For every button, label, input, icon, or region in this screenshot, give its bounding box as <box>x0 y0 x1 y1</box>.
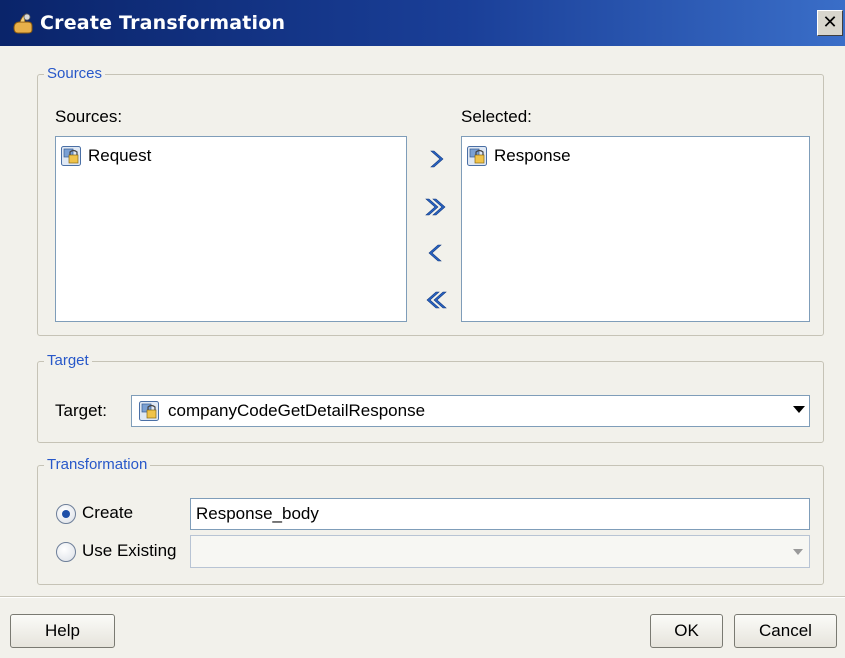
create-transformation-dialog: Create Transformation ✕ Sources Sources:… <box>0 0 845 658</box>
list-item-label: Request <box>88 146 152 165</box>
create-name-field[interactable]: Response_body <box>190 498 810 530</box>
transformation-group-title: Transformation <box>44 456 151 474</box>
list-item-label: Response <box>494 146 571 165</box>
sources-label: Sources: <box>55 107 123 126</box>
double-chevron-right-icon <box>425 198 446 216</box>
message-part-icon <box>61 146 81 166</box>
list-item[interactable]: Response <box>466 144 571 168</box>
chevron-down-icon[interactable] <box>793 406 805 413</box>
target-group-title: Target <box>44 352 92 370</box>
target-label: Target: <box>55 401 107 420</box>
move-all-right-button[interactable] <box>420 192 452 222</box>
use-existing-radio[interactable] <box>56 542 76 562</box>
message-part-icon <box>467 146 487 166</box>
ok-button[interactable]: OK <box>650 614 723 648</box>
use-existing-dropdown[interactable] <box>190 535 810 568</box>
help-button[interactable]: Help <box>10 614 115 648</box>
chevron-right-icon <box>430 150 444 168</box>
chevron-down-icon[interactable] <box>793 549 803 555</box>
create-name-value: Response_body <box>196 504 319 523</box>
title-bar[interactable]: Create Transformation ✕ <box>0 0 845 46</box>
create-radio-label[interactable]: Create <box>82 503 133 523</box>
selected-list[interactable]: Response <box>461 136 810 322</box>
radio-selected-dot <box>62 510 70 518</box>
move-left-button[interactable] <box>420 238 452 268</box>
create-radio[interactable] <box>56 504 76 524</box>
use-existing-radio-label[interactable]: Use Existing <box>82 541 176 561</box>
app-icon <box>13 13 33 34</box>
target-dropdown[interactable]: companyCodeGetDetailResponse <box>131 395 810 427</box>
cancel-button[interactable]: Cancel <box>734 614 837 648</box>
footer-separator-highlight <box>0 597 845 598</box>
chevron-left-icon <box>428 244 442 262</box>
selected-label: Selected: <box>461 107 532 126</box>
sources-group-title: Sources <box>44 65 106 83</box>
list-item[interactable]: Request <box>60 144 151 168</box>
close-button[interactable]: ✕ <box>817 10 843 36</box>
target-selected-value: companyCodeGetDetailResponse <box>168 401 426 420</box>
message-part-icon <box>139 401 159 421</box>
move-right-button[interactable] <box>420 144 452 174</box>
sources-list[interactable]: Request <box>55 136 407 322</box>
double-chevron-left-icon <box>426 291 447 309</box>
dialog-title: Create Transformation <box>40 12 286 34</box>
move-all-left-button[interactable] <box>420 285 452 315</box>
